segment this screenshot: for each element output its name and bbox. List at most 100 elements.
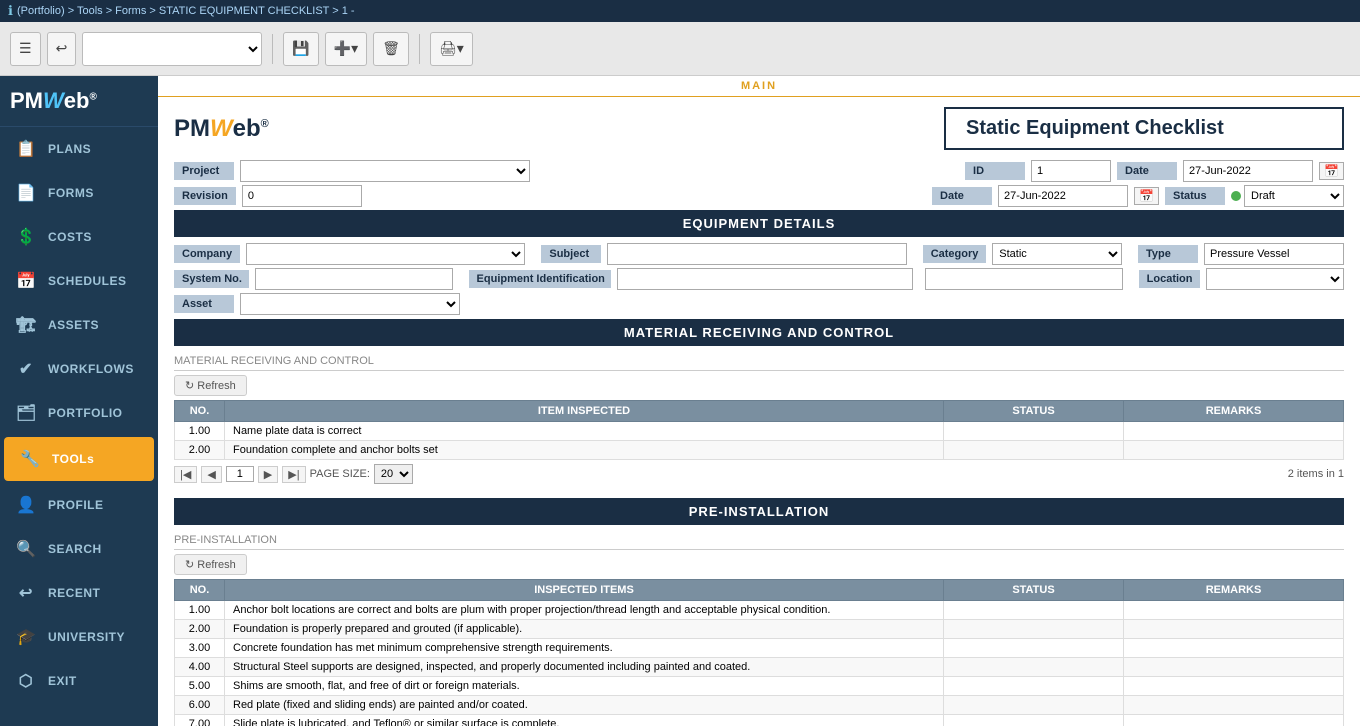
top-bar: ℹ (Portfolio) > Tools > Forms > STATIC E… — [0, 0, 1360, 22]
add-button[interactable]: ➕▾ — [325, 32, 367, 66]
pre-install-refresh-button[interactable]: ↻ Refresh — [174, 554, 247, 575]
sidebar-item-schedules[interactable]: 📅 SCHEDULES — [0, 259, 158, 303]
sidebar-label-forms: FORMS — [48, 186, 94, 200]
sidebar-label-tools: TOOLs — [52, 452, 94, 466]
calendar-icon-top[interactable]: 📅 — [1319, 162, 1344, 180]
delete-button[interactable]: 🗑 — [373, 32, 409, 66]
col-item-inspected: ITEM INSPECTED — [225, 401, 944, 422]
asset-label: Asset — [174, 295, 234, 313]
sidebar-item-forms[interactable]: 📄 FORMS — [0, 171, 158, 215]
company-row: Company Subject Category Static Type — [174, 243, 1344, 265]
print-button[interactable]: 🖨▾ — [430, 32, 473, 66]
sidebar-label-recent: RECENT — [48, 586, 100, 600]
revision-row: Revision Date 📅 Status Draft — [174, 185, 1344, 207]
col-inspected-items: INSPECTED ITEMS — [225, 580, 944, 601]
horizontal-scroll-1[interactable] — [174, 488, 1344, 494]
date-input[interactable] — [998, 185, 1128, 207]
id-input[interactable] — [1031, 160, 1111, 182]
cell-item: Anchor bolt locations are correct and bo… — [225, 601, 944, 620]
cell-no: 5.00 — [175, 677, 225, 696]
date-input-top[interactable] — [1183, 160, 1313, 182]
location-select[interactable] — [1206, 268, 1344, 290]
status-dot — [1231, 191, 1241, 201]
first-page-btn-1[interactable]: |◀ — [174, 466, 197, 483]
cell-status — [944, 715, 1124, 726]
cell-item: Shims are smooth, flat, and free of dirt… — [225, 677, 944, 696]
status-select[interactable]: Draft — [1244, 185, 1344, 207]
cell-status — [944, 658, 1124, 677]
pre-install-table: NO. INSPECTED ITEMS STATUS REMARKS 1.00 … — [174, 579, 1344, 726]
sidebar-item-costs[interactable]: 💲 COSTS — [0, 215, 158, 259]
cell-item: Structural Steel supports are designed, … — [225, 658, 944, 677]
category-select[interactable]: Static — [992, 243, 1122, 265]
forms-icon: 📄 — [16, 183, 36, 203]
prev-page-btn-1[interactable]: ◀ — [201, 466, 221, 483]
equipment-id-extra[interactable] — [925, 268, 1122, 290]
cell-remarks — [1124, 639, 1344, 658]
asset-select[interactable] — [240, 293, 460, 315]
subject-input[interactable] — [607, 243, 906, 265]
page-num-1[interactable] — [226, 466, 254, 482]
cell-status — [944, 696, 1124, 715]
cell-status — [944, 639, 1124, 658]
sidebar-item-search[interactable]: 🔍 SEARCH — [0, 527, 158, 571]
col-no-1: NO. — [175, 401, 225, 422]
page-size-select-1[interactable]: 20 — [374, 464, 413, 484]
cell-remarks — [1124, 441, 1344, 460]
last-page-btn-1[interactable]: ▶| — [282, 466, 305, 483]
type-input[interactable] — [1204, 243, 1344, 265]
project-select[interactable] — [240, 160, 530, 182]
sidebar-item-plans[interactable]: 📋 PLANS — [0, 127, 158, 171]
system-no-label: System No. — [174, 270, 249, 288]
cell-status — [944, 441, 1124, 460]
cell-remarks — [1124, 422, 1344, 441]
list-view-button[interactable]: ☰ — [10, 32, 41, 66]
date-label-top: Date — [1117, 162, 1177, 180]
id-label: ID — [965, 162, 1025, 180]
cell-status — [944, 620, 1124, 639]
system-no-input[interactable] — [255, 268, 452, 290]
profile-icon: 👤 — [16, 495, 36, 515]
sidebar-item-assets[interactable]: 🏗 ASSETS — [0, 303, 158, 347]
sidebar-label-costs: COSTS — [48, 230, 92, 244]
sidebar-logo: PMWeb® — [0, 76, 158, 127]
sidebar-item-recent[interactable]: ↩ RECENT — [0, 571, 158, 615]
divider-2 — [419, 34, 420, 64]
form-area: PMWeb® Static Equipment Checklist Projec… — [158, 97, 1360, 726]
form-title: Static Equipment Checklist — [944, 107, 1344, 150]
sidebar-item-portfolio[interactable]: 🗂 PORTFOLIO — [0, 391, 158, 435]
undo-button[interactable]: ↩ — [47, 32, 77, 66]
equipment-id-label: Equipment Identification — [469, 270, 612, 288]
sidebar-item-workflows[interactable]: ✔ WORKFLOWS — [0, 347, 158, 391]
cell-no: 2.00 — [175, 441, 225, 460]
calendar-icon[interactable]: 📅 — [1134, 187, 1159, 205]
material-receiving-header: MATERIAL RECEIVING AND CONTROL — [174, 319, 1344, 346]
sidebar-item-profile[interactable]: 👤 PROFILE — [0, 483, 158, 527]
equipment-id-input[interactable] — [617, 268, 913, 290]
toolbar-select[interactable] — [82, 32, 262, 66]
material-refresh-button[interactable]: ↻ Refresh — [174, 375, 247, 396]
next-page-btn-1[interactable]: ▶ — [258, 466, 278, 483]
recent-icon: ↩ — [16, 583, 36, 603]
search-icon: 🔍 — [16, 539, 36, 559]
form-header: PMWeb® Static Equipment Checklist — [174, 107, 1344, 150]
main-layout: PMWeb® 📋 PLANS 📄 FORMS 💲 COSTS 📅 SCHEDUL… — [0, 76, 1360, 726]
assets-icon: 🏗 — [16, 315, 36, 335]
sidebar-item-exit[interactable]: ⬡ EXIT — [0, 659, 158, 703]
sidebar-label-university: UNIVERSITY — [48, 630, 125, 644]
sidebar-item-tools[interactable]: 🔧 TOOLs — [4, 437, 154, 481]
cell-remarks — [1124, 677, 1344, 696]
revision-input[interactable] — [242, 185, 362, 207]
cell-no: 7.00 — [175, 715, 225, 726]
sidebar-item-university[interactable]: 🎓 UNIVERSITY — [0, 615, 158, 659]
cell-remarks — [1124, 601, 1344, 620]
save-button[interactable]: 💾 — [283, 32, 318, 66]
sidebar-label-workflows: WORKFLOWS — [48, 362, 134, 376]
status-label: Status — [1165, 187, 1225, 205]
costs-icon: 💲 — [16, 227, 36, 247]
company-select[interactable] — [246, 243, 525, 265]
sidebar-label-assets: ASSETS — [48, 318, 99, 332]
exit-icon: ⬡ — [16, 671, 36, 691]
cell-remarks — [1124, 696, 1344, 715]
equipment-fields: Company Subject Category Static Type Sys… — [174, 243, 1344, 315]
